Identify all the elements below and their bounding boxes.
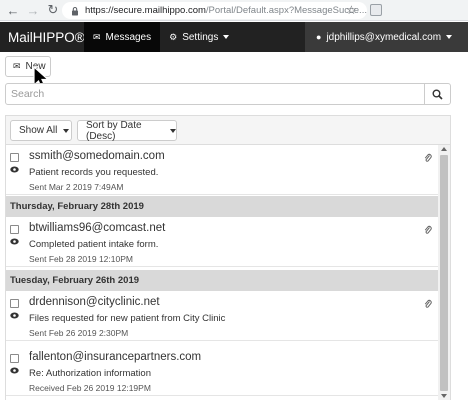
date-header: Tuesday, February 26th 2019 xyxy=(6,270,438,291)
message-row[interactable]: btwilliams96@comcast.net Completed patie… xyxy=(6,217,438,267)
show-all-label: Show All xyxy=(19,125,58,136)
url-host: https://secure.mailhippo.com xyxy=(85,5,206,16)
nav-messages[interactable]: ✉ Messages xyxy=(84,22,161,52)
message-row[interactable]: ssmith@somedomain.com Patient records yo… xyxy=(6,145,438,195)
nav-settings[interactable]: ⚙ Settings xyxy=(160,22,238,52)
nav-settings-label: Settings xyxy=(182,31,219,43)
message-timestamp: Sent Feb 28 2019 12:10PM xyxy=(29,254,133,264)
search-input[interactable]: Search xyxy=(5,83,425,105)
forward-arrow-icon[interactable]: → xyxy=(26,0,40,21)
sort-dropdown[interactable]: Sort by Date (Desc) xyxy=(77,119,177,142)
show-all-dropdown[interactable]: Show All xyxy=(10,120,72,141)
bookmark-star-icon[interactable]: ☆ xyxy=(346,3,357,17)
date-header: Thursday, February 28th 2019 xyxy=(6,196,438,217)
envelope-icon: ✉ xyxy=(93,31,101,42)
message-timestamp: Received Feb 26 2019 12:19PM xyxy=(29,383,151,393)
message-subject: Patient records you requested. xyxy=(29,167,159,178)
user-icon: ● xyxy=(316,32,322,42)
message-timestamp: Sent Mar 2 2019 7:49AM xyxy=(29,182,124,192)
scroll-down-arrow-icon[interactable] xyxy=(441,394,447,398)
eye-icon xyxy=(10,312,19,319)
sort-label: Sort by Date (Desc) xyxy=(86,119,142,142)
reload-icon[interactable]: ↻ xyxy=(46,0,60,21)
message-row[interactable]: drdennison@cityclinic.net Files requeste… xyxy=(6,291,438,341)
scroll-up-arrow-icon[interactable] xyxy=(441,147,447,151)
chevron-down-icon xyxy=(223,35,230,39)
eye-icon xyxy=(10,238,19,245)
message-list: ssmith@somedomain.com Patient records yo… xyxy=(6,145,438,400)
search-icon xyxy=(432,89,443,100)
message-subject: Re: Authorization information xyxy=(29,368,151,379)
paperclip-icon xyxy=(424,225,432,234)
paperclip-icon xyxy=(424,153,432,162)
app-navbar: MailHIPPO® ✉ Messages ⚙ Settings ● jdphi… xyxy=(0,22,468,52)
message-checkbox[interactable] xyxy=(10,153,19,162)
message-row[interactable]: fallenton@insurancepartners.com Re: Auth… xyxy=(6,346,438,396)
search-button[interactable] xyxy=(424,83,451,105)
extension-icon[interactable] xyxy=(370,4,382,16)
message-checkbox[interactable] xyxy=(10,225,19,234)
chevron-down-icon xyxy=(446,35,453,39)
scroll-thumb[interactable] xyxy=(440,155,448,391)
chevron-down-icon xyxy=(63,128,70,133)
message-from: fallenton@insurancepartners.com xyxy=(29,351,202,363)
eye-icon xyxy=(10,367,19,374)
message-from: drdennison@cityclinic.net xyxy=(29,296,160,308)
user-email: jdphillips@xymedical.com xyxy=(326,31,442,43)
user-menu[interactable]: ● jdphillips@xymedical.com xyxy=(305,22,468,52)
message-panel: Show All Sort by Date (Desc) ssmith@some… xyxy=(5,115,451,400)
eye-icon xyxy=(10,166,19,173)
gear-icon: ⚙ xyxy=(169,31,178,42)
brand-logo[interactable]: MailHIPPO® xyxy=(0,22,85,52)
message-subject: Completed patient intake form. xyxy=(29,239,159,250)
search-bar: Search xyxy=(5,83,451,105)
message-subject: Files requested for new patient from Cit… xyxy=(29,313,226,324)
message-checkbox[interactable] xyxy=(10,354,19,363)
url-path: /Portal/Default.aspx?MessageSucce... xyxy=(205,5,367,16)
lock-icon xyxy=(72,6,78,15)
paperclip-icon xyxy=(424,299,432,308)
scrollbar[interactable] xyxy=(438,145,450,400)
address-bar[interactable]: https://secure.mailhippo.com/Portal/Defa… xyxy=(62,2,367,19)
envelope-icon: ✉ xyxy=(13,61,21,71)
back-arrow-icon[interactable]: ← xyxy=(6,0,20,21)
message-from: ssmith@somedomain.com xyxy=(29,150,165,162)
browser-toolbar: ← → ↻ https://secure.mailhippo.com/Porta… xyxy=(0,0,468,21)
nav-messages-label: Messages xyxy=(105,31,152,43)
message-timestamp: Sent Feb 26 2019 2:30PM xyxy=(29,328,129,338)
filter-bar: Show All Sort by Date (Desc) xyxy=(6,116,450,145)
message-from: btwilliams96@comcast.net xyxy=(29,222,166,234)
chevron-down-icon xyxy=(170,128,176,133)
message-checkbox[interactable] xyxy=(10,299,19,308)
